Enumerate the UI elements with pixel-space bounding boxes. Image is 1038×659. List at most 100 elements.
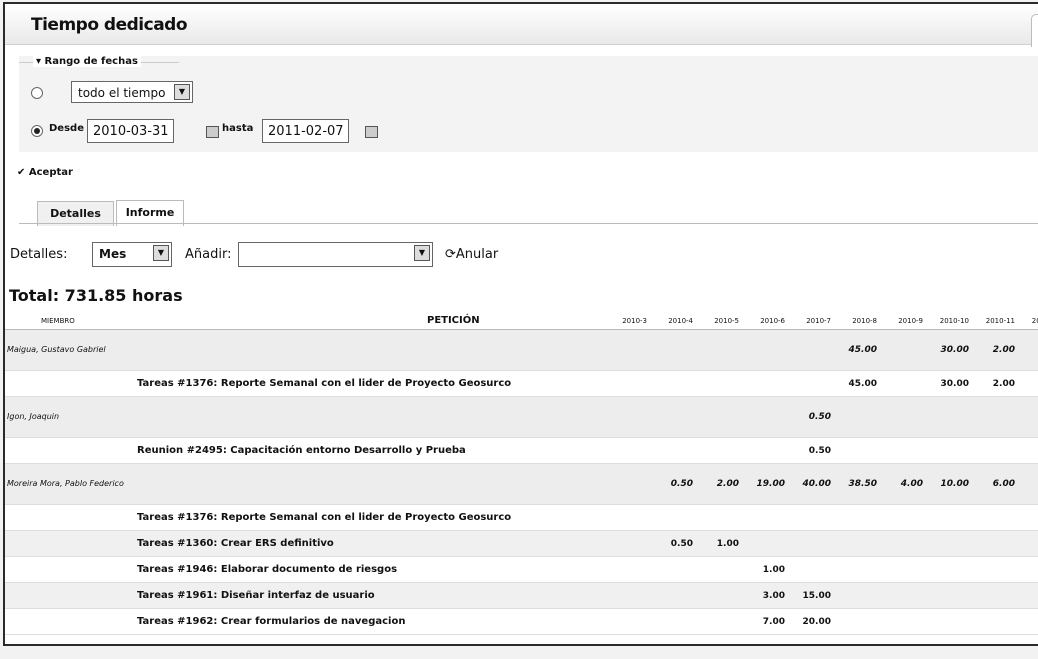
hours-cell: 0.50 bbox=[651, 530, 697, 557]
hours-cell bbox=[1019, 582, 1038, 609]
hours-cell: 1.00 bbox=[743, 556, 789, 583]
time-report-table: MIEMBRO PETICIÓN 2010-3 2010-4 2010-5 20… bbox=[5, 312, 1038, 635]
hours-cell: 0.50 bbox=[789, 396, 835, 438]
hours-cell bbox=[651, 582, 697, 609]
table-header-row: MIEMBRO PETICIÓN 2010-3 2010-4 2010-5 20… bbox=[5, 312, 1038, 330]
member-row: Moreira Mora, Pablo Federico 0.50 2.00 19.0… bbox=[5, 463, 1038, 505]
hours-cell bbox=[697, 329, 743, 371]
hours-cell bbox=[651, 437, 697, 464]
hours-cell: 40.00 bbox=[789, 463, 835, 505]
date-range-radio[interactable] bbox=[31, 125, 43, 137]
hours-cell bbox=[881, 396, 927, 438]
hours-cell bbox=[973, 582, 1019, 609]
hours-cell bbox=[835, 504, 881, 531]
hours-cell bbox=[651, 556, 697, 583]
hours-cell bbox=[1019, 504, 1038, 531]
to-date-input[interactable]: 2011-02-07 bbox=[262, 119, 349, 143]
all-time-select[interactable]: todo el tiempo ▼ bbox=[71, 81, 193, 103]
hours-cell bbox=[605, 556, 651, 583]
cancel-button[interactable]: ⟳Anular bbox=[445, 247, 498, 262]
hours-cell: 0.50 bbox=[651, 463, 697, 505]
total-hours: Total: 731.85 horas bbox=[9, 286, 183, 305]
accept-button[interactable]: ✔ Aceptar bbox=[17, 167, 73, 178]
hours-cell bbox=[973, 556, 1019, 583]
hours-cell bbox=[651, 396, 697, 438]
issue-link[interactable]: Tareas #1376: Reporte Semanal con el lid… bbox=[5, 504, 605, 531]
calendar-icon[interactable] bbox=[365, 126, 378, 138]
hours-cell: 4.00 bbox=[881, 463, 927, 505]
hours-cell bbox=[835, 608, 881, 635]
window-corner-tab[interactable] bbox=[1031, 14, 1038, 47]
member-name: Moreira Mora, Pablo Federico bbox=[5, 463, 605, 505]
hours-cell bbox=[927, 504, 973, 531]
calendar-icon[interactable] bbox=[206, 126, 219, 138]
time-report-window: Tiempo dedicado ▾ Rango de fechas todo e… bbox=[3, 2, 1038, 646]
hours-cell bbox=[1019, 608, 1038, 635]
hours-cell bbox=[1019, 437, 1038, 464]
hours-cell bbox=[881, 556, 927, 583]
issue-link[interactable]: Tareas #1360: Crear ERS definitivo bbox=[5, 530, 605, 557]
hours-cell bbox=[927, 556, 973, 583]
hours-cell: 1. bbox=[1019, 370, 1038, 397]
hours-cell bbox=[881, 437, 927, 464]
hours-cell bbox=[743, 504, 789, 531]
hours-cell bbox=[651, 329, 697, 371]
hours-cell bbox=[927, 530, 973, 557]
reload-icon: ⟳ bbox=[445, 247, 456, 262]
details-select[interactable]: Mes ▼ bbox=[92, 242, 172, 267]
hours-cell bbox=[835, 396, 881, 438]
member-row: Maigua, Gustavo Gabriel 45.00 30.002.001. bbox=[5, 329, 1038, 371]
issue-link[interactable]: Reunion #2495: Capacitación entorno Desa… bbox=[5, 437, 605, 464]
hours-cell: 30.00 bbox=[927, 329, 973, 371]
hours-cell bbox=[605, 463, 651, 505]
issue-column-header: PETICIÓN bbox=[173, 312, 605, 330]
hours-cell bbox=[605, 396, 651, 438]
add-select[interactable]: ▼ bbox=[238, 242, 433, 267]
hours-cell: 2.00 bbox=[973, 370, 1019, 397]
hours-cell bbox=[973, 530, 1019, 557]
issue-row: Tareas #1946: Elaborar documento de ries… bbox=[5, 556, 1038, 583]
hours-cell bbox=[927, 608, 973, 635]
hours-cell: 20.00 bbox=[789, 608, 835, 635]
all-time-select-value: todo el tiempo bbox=[78, 86, 166, 100]
month-header: 2010-12 bbox=[1019, 312, 1038, 330]
hours-cell bbox=[651, 608, 697, 635]
issue-link[interactable]: Tareas #1962: Crear formularios de naveg… bbox=[5, 608, 605, 635]
hours-cell: 19.00 bbox=[743, 463, 789, 505]
from-date-input[interactable]: 2010-03-31 bbox=[87, 119, 174, 143]
hours-cell bbox=[697, 370, 743, 397]
issue-row: Tareas #1376: Reporte Semanal con el lid… bbox=[5, 504, 1038, 531]
hours-cell bbox=[835, 437, 881, 464]
issue-link[interactable]: Tareas #1946: Elaborar documento de ries… bbox=[5, 556, 605, 583]
hours-cell bbox=[927, 582, 973, 609]
hours-cell bbox=[881, 504, 927, 531]
issue-link[interactable]: Tareas #1961: Diseñar interfaz de usuari… bbox=[5, 582, 605, 609]
month-header: 2010-3 bbox=[605, 312, 651, 330]
hours-cell bbox=[1019, 530, 1038, 557]
hours-cell bbox=[1019, 556, 1038, 583]
month-header: 2010-10 bbox=[927, 312, 973, 330]
month-header: 2010-6 bbox=[743, 312, 789, 330]
issue-row: Tareas #1360: Crear ERS definitivo 0.50 1.… bbox=[5, 530, 1038, 557]
hours-cell bbox=[1019, 463, 1038, 505]
hours-cell bbox=[605, 608, 651, 635]
issue-row: Reunion #2495: Capacitación entorno Desa… bbox=[5, 437, 1038, 464]
hours-cell: 6.00 bbox=[973, 463, 1019, 505]
all-time-radio[interactable] bbox=[31, 87, 43, 99]
hours-cell bbox=[835, 556, 881, 583]
hours-cell: 30.00 bbox=[927, 370, 973, 397]
month-header: 2010-4 bbox=[651, 312, 697, 330]
hours-cell bbox=[605, 530, 651, 557]
hours-cell bbox=[605, 329, 651, 371]
hours-cell bbox=[697, 437, 743, 464]
hours-cell bbox=[743, 530, 789, 557]
month-header: 2010-7 bbox=[789, 312, 835, 330]
hours-cell bbox=[743, 370, 789, 397]
issue-row: Tareas #1962: Crear formularios de naveg… bbox=[5, 608, 1038, 635]
month-header: 2010-5 bbox=[697, 312, 743, 330]
chevron-down-icon: ▼ bbox=[414, 245, 430, 261]
member-column-header: MIEMBRO bbox=[5, 312, 174, 330]
issue-link[interactable]: Tareas #1376: Reporte Semanal con el lid… bbox=[5, 370, 605, 397]
hours-cell bbox=[789, 504, 835, 531]
hours-cell: 45.00 bbox=[835, 329, 881, 371]
